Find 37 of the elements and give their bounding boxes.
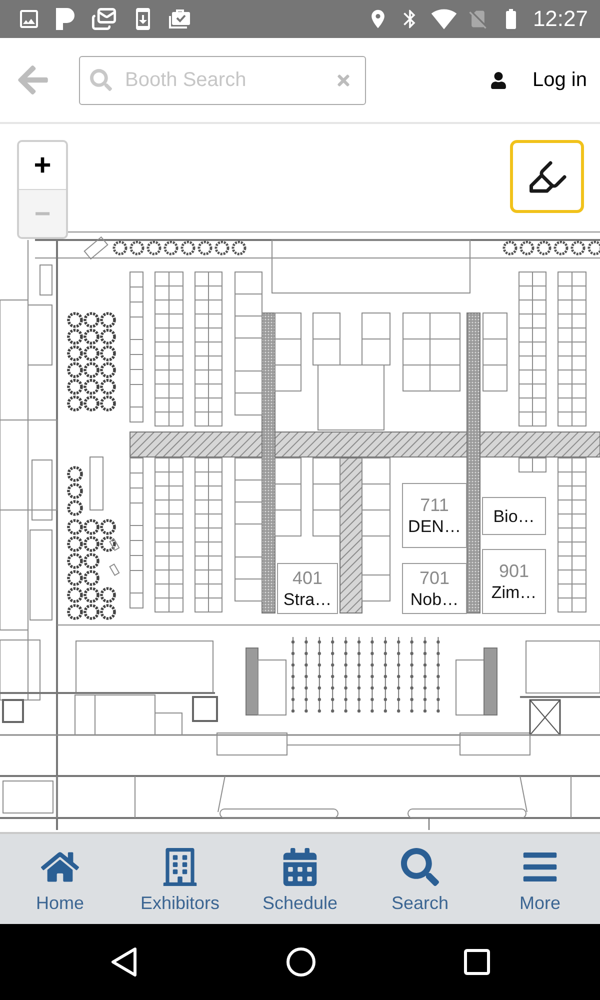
building-icon xyxy=(161,848,199,886)
login-link[interactable]: Log in xyxy=(532,70,587,90)
nav-tab[interactable]: Search xyxy=(360,834,480,924)
back-triangle-icon[interactable] xyxy=(110,947,138,977)
search-icon xyxy=(401,848,439,886)
image-icon xyxy=(17,7,41,31)
booth-name: Zim… xyxy=(491,582,537,602)
booth[interactable]: 711 DEN… xyxy=(402,483,467,548)
nav-tab[interactable]: More xyxy=(480,834,600,924)
booth-number: 401 xyxy=(292,568,323,588)
home-circle-icon[interactable] xyxy=(286,947,316,977)
booth-name: Bio… xyxy=(493,506,535,526)
briefcase-check-icon xyxy=(169,9,191,29)
nav-tab[interactable]: Exhibitors xyxy=(120,834,240,924)
booth[interactable]: 901 Zim… xyxy=(482,549,546,614)
back-arrow-icon xyxy=(16,63,50,97)
nav-tab[interactable]: Home xyxy=(0,834,120,924)
booth[interactable]: 701 Nob… xyxy=(402,563,467,614)
booth-name: Stra… xyxy=(283,588,332,610)
recents-square-icon[interactable] xyxy=(464,949,490,975)
booth-number: 711 xyxy=(420,494,449,516)
booth[interactable]: Bio… xyxy=(482,497,546,535)
booth-number: 901 xyxy=(498,560,530,582)
search-icon xyxy=(90,68,112,90)
search-field[interactable]: Booth Search xyxy=(79,56,366,104)
status-time: 12:27 xyxy=(532,8,588,30)
calendar-icon xyxy=(281,848,319,886)
nav-tab[interactable]: Schedule xyxy=(240,834,360,924)
no-sim-icon xyxy=(466,8,489,30)
user-icon xyxy=(490,72,506,88)
booth[interactable]: 401 Stra… xyxy=(277,563,338,614)
p-logo-icon xyxy=(55,7,77,31)
mail-stack-icon xyxy=(91,6,117,32)
booth-number: 701 xyxy=(419,568,450,588)
highlighter-button[interactable] xyxy=(510,140,584,213)
booth-name: Nob… xyxy=(410,588,459,610)
booth-name: DEN… xyxy=(408,516,461,536)
